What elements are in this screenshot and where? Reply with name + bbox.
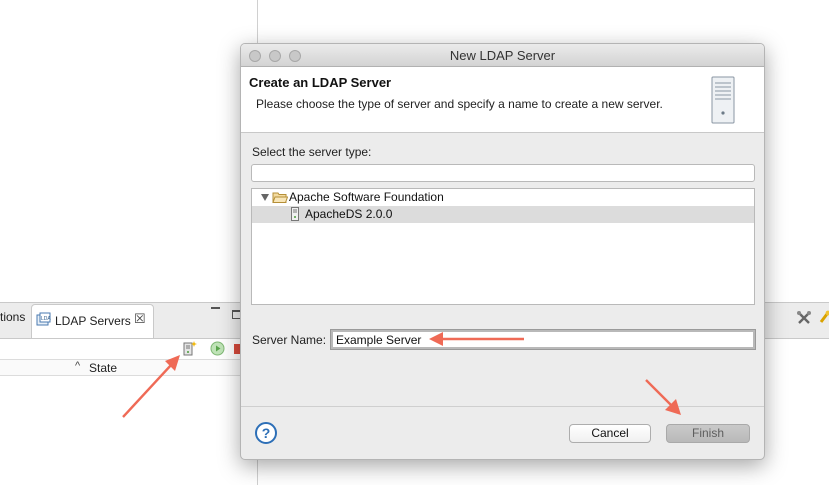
sort-ascending-icon: ^	[75, 360, 81, 372]
expand-toggle-icon[interactable]	[261, 194, 269, 201]
svg-text:LDAP: LDAP	[41, 316, 51, 322]
servers-table-header	[0, 359, 245, 376]
tree-item-server[interactable]: ApacheDS 2.0.0	[252, 206, 754, 223]
tools-icon[interactable]	[796, 310, 812, 326]
tree-item-server-label: ApacheDS 2.0.0	[305, 207, 393, 221]
editor-divider	[257, 0, 258, 43]
server-type-label: Select the server type:	[252, 145, 372, 159]
server-type-tree[interactable]: Apache Software Foundation ApacheDS 2.0.…	[251, 188, 755, 305]
column-header-state[interactable]: State	[89, 361, 117, 375]
tab-ldap-servers-label: LDAP Servers	[55, 314, 131, 328]
server-name-input[interactable]	[330, 329, 756, 350]
server-name-label: Server Name:	[252, 333, 327, 347]
cancel-button[interactable]: Cancel	[569, 424, 651, 443]
run-server-icon[interactable]	[210, 341, 225, 356]
banner-description: Please choose the type of server and spe…	[256, 97, 663, 111]
dialog-title: New LDAP Server	[449, 48, 556, 63]
editor-divider-lower	[257, 460, 258, 485]
tab-close-icon[interactable]: ☒	[134, 311, 146, 327]
connect-icon[interactable]	[818, 310, 829, 326]
banner-title: Create an LDAP Server	[249, 75, 392, 90]
footer-separator	[241, 406, 764, 407]
tab-connections-partial[interactable]: tions	[0, 310, 25, 324]
wizard-banner: Create an LDAP Server Please choose the …	[241, 67, 764, 133]
server-icon	[291, 207, 299, 221]
ldap-icon: LDAP	[36, 312, 51, 326]
view-toolbar	[0, 339, 245, 359]
server-tower-icon	[711, 76, 735, 124]
minimize-view-icon[interactable]	[211, 307, 220, 309]
help-icon[interactable]: ?	[255, 422, 277, 444]
finish-button[interactable]: Finish	[666, 424, 750, 443]
tree-item-vendor-label: Apache Software Foundation	[289, 190, 444, 204]
new-server-icon[interactable]	[182, 340, 198, 356]
open-folder-icon	[272, 192, 288, 203]
dialog-titlebar[interactable]: New LDAP Server	[241, 44, 764, 67]
tree-item-vendor[interactable]: Apache Software Foundation	[252, 189, 754, 206]
new-ldap-server-dialog: New LDAP Server Create an LDAP Server Pl…	[240, 43, 765, 460]
server-type-filter-input[interactable]	[251, 164, 755, 182]
